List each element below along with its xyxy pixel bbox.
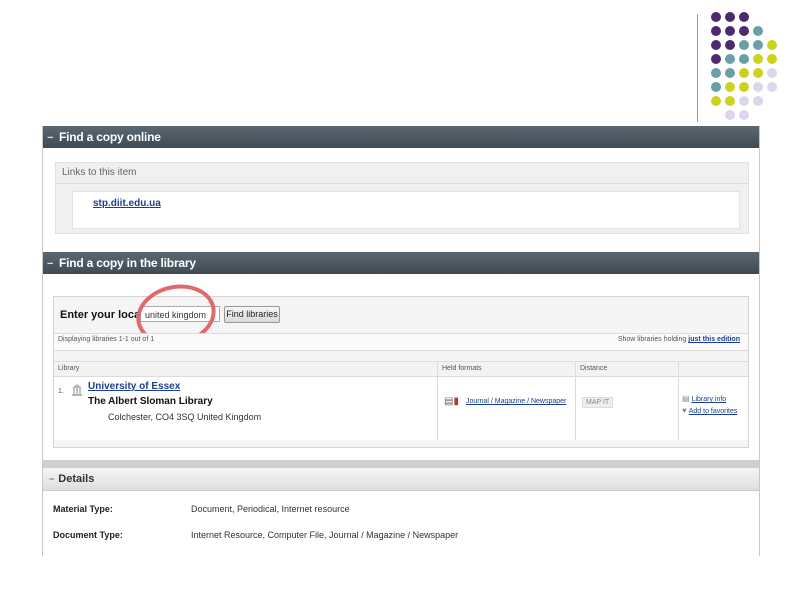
info-icon: ▤ — [682, 394, 690, 403]
decorative-dot — [739, 54, 749, 64]
detail-label: Document Type: — [53, 530, 123, 540]
links-panel: Links to this item stp.diit.edu.ua — [55, 162, 749, 234]
decorative-dot — [753, 40, 763, 50]
just-this-edition-link[interactable]: just this edition — [688, 336, 740, 343]
table-header: Library Held formats Distance — [54, 362, 748, 377]
col-library: Library — [58, 365, 80, 372]
edition-filter-prefix: Show libraries holding — [617, 336, 687, 343]
decorative-dot — [711, 40, 721, 50]
column-divider — [437, 362, 438, 440]
decorative-dot — [725, 26, 735, 36]
decorative-dot — [711, 12, 721, 22]
col-distance: Distance — [580, 365, 608, 372]
find-library-header[interactable]: − Find a copy in the library — [43, 252, 759, 274]
decorative-dot — [725, 110, 735, 120]
collapse-icon[interactable]: − — [47, 253, 55, 275]
heart-icon: ♥ — [682, 406, 687, 415]
decorative-dot — [739, 12, 749, 22]
library-name-link[interactable]: University of Essex — [88, 381, 180, 392]
format-link[interactable]: Journal / Magazine / Newspaper — [466, 398, 566, 405]
section-separator — [43, 460, 759, 468]
decorative-dot — [711, 54, 721, 64]
results-count: Displaying libraries 1-1 out of 1 — [58, 336, 155, 343]
links-label: Links to this item — [62, 167, 137, 178]
details-title: Details — [58, 473, 95, 485]
decorative-dot — [753, 54, 763, 64]
decorative-dot — [767, 40, 777, 50]
journal-icon: ▮ — [453, 396, 459, 407]
results-summary-bar: Displaying libraries 1-1 out of 1 Show l… — [54, 333, 748, 351]
worldcat-screenshot: − Find a copy online Links to this item s… — [42, 126, 760, 556]
detail-label: Material Type: — [53, 504, 113, 514]
links-list: stp.diit.edu.ua — [72, 191, 740, 229]
detail-value: Internet Resource, Computer File, Journa… — [191, 530, 459, 540]
collapse-icon[interactable]: − — [49, 468, 54, 490]
decorative-dot — [753, 82, 763, 92]
find-libraries-button[interactable]: Find libraries — [224, 306, 280, 323]
find-online-title: Find a copy online — [59, 130, 161, 144]
decorative-dot — [725, 12, 735, 22]
library-table: Library Held formats Distance 1. Univers… — [54, 361, 748, 440]
decorative-dot — [739, 110, 749, 120]
column-divider — [575, 362, 576, 440]
decorative-dot — [767, 82, 777, 92]
collapse-icon[interactable]: − — [47, 127, 55, 149]
library-building-icon — [72, 384, 82, 396]
decorative-dot — [753, 68, 763, 78]
format-icons: ▤▮ — [444, 396, 459, 407]
find-library-title: Find a copy in the library — [59, 256, 196, 270]
decorative-divider — [697, 14, 698, 122]
decorative-dot — [739, 82, 749, 92]
decorative-dot — [767, 54, 777, 64]
decorative-dot — [725, 40, 735, 50]
library-panel: Enter your location: united kingdom Find… — [53, 277, 749, 448]
find-online-header[interactable]: − Find a copy online — [43, 126, 759, 148]
decorative-dot — [739, 96, 749, 106]
decorative-dot — [753, 26, 763, 36]
decorative-dot — [711, 26, 721, 36]
library-address: Colchester, CO4 3SQ United Kingdom — [108, 412, 262, 422]
decorative-dot — [767, 68, 777, 78]
add-favorites-link[interactable]: ♥ Add to favorites — [682, 406, 737, 415]
decorative-dot — [739, 40, 749, 50]
detail-value: Document, Periodical, Internet resource — [191, 504, 350, 514]
decorative-dot — [739, 26, 749, 36]
library-branch: The Albert Sloman Library — [88, 396, 213, 407]
col-held-formats: Held formats — [442, 365, 482, 372]
library-info-link[interactable]: ▤ Library info — [682, 394, 726, 403]
decorative-dot — [725, 54, 735, 64]
map-it-button[interactable]: MAP IT — [582, 397, 614, 408]
divider — [56, 183, 748, 184]
decorative-dot-grid — [711, 12, 791, 122]
decorative-dot — [725, 68, 735, 78]
column-divider — [678, 362, 679, 440]
row-number: 1. — [58, 388, 64, 395]
decorative-dot — [711, 96, 721, 106]
decorative-dot — [711, 82, 721, 92]
decorative-dot — [739, 68, 749, 78]
item-link[interactable]: stp.diit.edu.ua — [93, 198, 161, 209]
library-info-label: Library info — [691, 396, 727, 403]
decorative-dot — [725, 96, 735, 106]
decorative-dot — [725, 82, 735, 92]
edition-filter: Show libraries holding just this edition — [618, 336, 740, 343]
add-favorites-label: Add to favorites — [688, 408, 738, 415]
decorative-dot — [753, 96, 763, 106]
details-header[interactable]: − Details — [43, 468, 759, 491]
decorative-dot — [711, 68, 721, 78]
